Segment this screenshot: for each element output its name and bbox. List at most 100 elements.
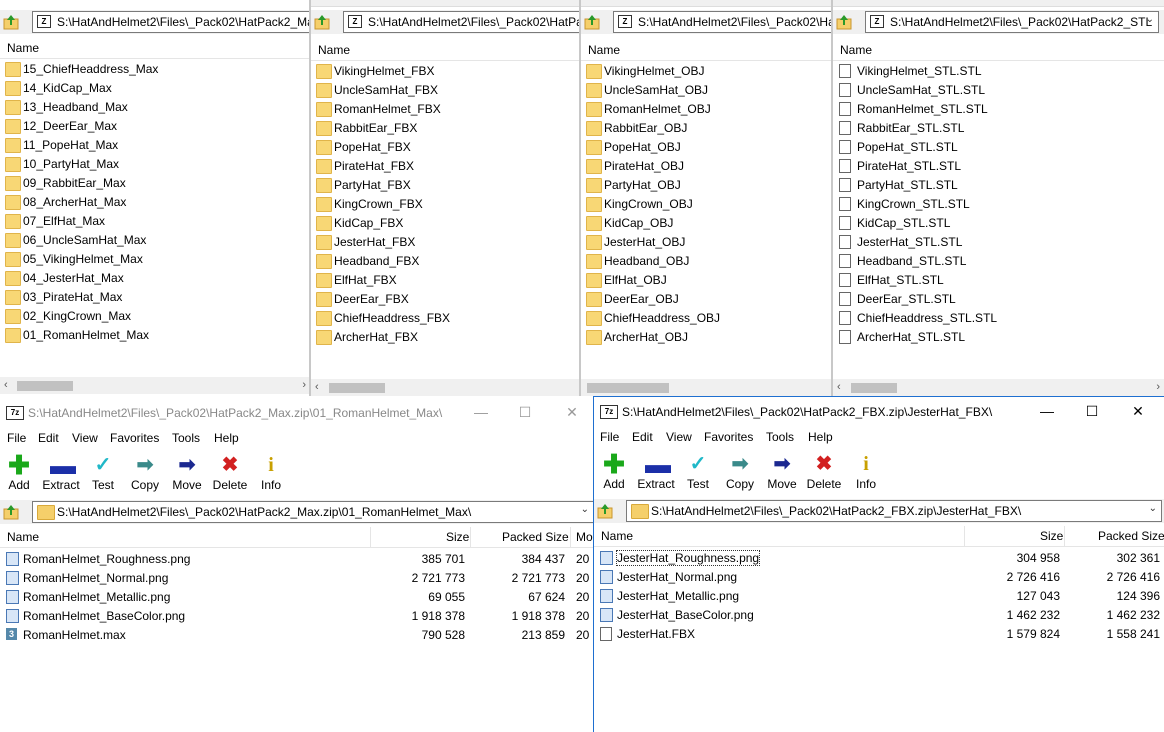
- up-folder-icon[interactable]: [596, 502, 614, 520]
- table-row[interactable]: JesterHat_Metallic.png 127 043 124 396: [600, 587, 1160, 606]
- menu-favorites[interactable]: Favorites: [704, 430, 753, 444]
- chevron-down-icon[interactable]: ⌄: [581, 504, 589, 515]
- column-name[interactable]: Name: [7, 530, 39, 544]
- test-button[interactable]: ✓ Test: [81, 450, 125, 496]
- address-input[interactable]: Z S:\HatAndHelmet2\Files\_Pack02\HatPack…: [32, 11, 310, 33]
- delete-button[interactable]: ✖ Delete: [802, 449, 846, 495]
- address-input[interactable]: Z S:\HatAndHelmet2\Files\_Pack02\Ha: [613, 11, 831, 33]
- scroll-thumb[interactable]: [587, 383, 669, 393]
- column-name[interactable]: Name: [840, 43, 872, 57]
- folder-icon: [5, 119, 21, 134]
- address-input[interactable]: S:\HatAndHelmet2\Files\_Pack02\HatPack2_…: [32, 501, 594, 523]
- column-separator[interactable]: [370, 527, 371, 547]
- table-row[interactable]: JesterHat_BaseColor.png 1 462 232 1 462 23…: [600, 606, 1160, 625]
- copy-button[interactable]: ➡ Copy: [718, 449, 762, 495]
- test-button[interactable]: ✓ Test: [676, 449, 720, 495]
- scroll-thumb[interactable]: [329, 383, 385, 393]
- scroll-left-icon[interactable]: ‹: [4, 379, 8, 391]
- table-row[interactable]: RomanHelmet_Metallic.png 69 055 67 624 20: [6, 588, 589, 607]
- column-separator[interactable]: [1064, 526, 1065, 546]
- column-name[interactable]: Name: [7, 41, 39, 55]
- info-button[interactable]: i Info: [844, 449, 888, 495]
- horizontal-scrollbar[interactable]: ‹ ›: [0, 377, 310, 394]
- column-packed-size[interactable]: Packed Size: [1098, 529, 1164, 543]
- table-row[interactable]: 3 RomanHelmet.max 790 528 213 859 20: [6, 626, 589, 645]
- menu-help[interactable]: Help: [214, 431, 239, 445]
- scroll-right-icon[interactable]: ›: [302, 379, 306, 391]
- maximize-icon[interactable]: ☐: [1077, 401, 1107, 421]
- move-button[interactable]: ➡ Move: [165, 450, 209, 496]
- add-button[interactable]: ✚ Add: [594, 449, 636, 495]
- up-folder-icon[interactable]: [2, 503, 20, 521]
- menu-edit[interactable]: Edit: [38, 431, 59, 445]
- minimize-icon[interactable]: —: [1032, 401, 1062, 421]
- table-row[interactable]: RomanHelmet_BaseColor.png 1 918 378 1 918 …: [6, 607, 589, 626]
- up-folder-icon[interactable]: [313, 13, 331, 31]
- menu-file[interactable]: File: [600, 430, 619, 444]
- column-name[interactable]: Name: [601, 529, 633, 543]
- title-bar[interactable]: 7z S:\HatAndHelmet2\Files\_Pack02\HatPac…: [0, 398, 594, 428]
- menu-view[interactable]: View: [666, 430, 692, 444]
- up-folder-icon[interactable]: [2, 13, 20, 31]
- column-separator[interactable]: [964, 526, 965, 546]
- info-button[interactable]: i Info: [249, 450, 293, 496]
- column-header[interactable]: Name: [833, 40, 1164, 61]
- menu-tools[interactable]: Tools: [766, 430, 794, 444]
- table-row[interactable]: JesterHat_Normal.png 2 726 416 2 726 416: [600, 568, 1160, 587]
- column-size[interactable]: Size: [1040, 529, 1063, 543]
- extract-button[interactable]: ▬ Extract: [39, 450, 83, 496]
- column-modified[interactable]: Mo: [576, 530, 593, 544]
- up-folder-icon[interactable]: [583, 13, 601, 31]
- column-header[interactable]: Name: [0, 38, 310, 59]
- extract-button[interactable]: ▬ Extract: [634, 449, 678, 495]
- column-header[interactable]: Name: [581, 40, 831, 61]
- menu-view[interactable]: View: [72, 431, 98, 445]
- table-row[interactable]: JesterHat.FBX 1 579 824 1 558 241: [600, 625, 1160, 644]
- folder-icon: [586, 83, 602, 98]
- up-folder-icon[interactable]: [835, 13, 853, 31]
- column-header[interactable]: Name Size Packed Size: [594, 526, 1164, 547]
- copy-button[interactable]: ➡ Copy: [123, 450, 167, 496]
- column-name[interactable]: Name: [318, 43, 350, 57]
- menu-help[interactable]: Help: [808, 430, 833, 444]
- file-icon: [839, 178, 851, 192]
- column-header[interactable]: Name: [311, 40, 579, 61]
- menu-favorites[interactable]: Favorites: [110, 431, 159, 445]
- column-name[interactable]: Name: [588, 43, 620, 57]
- address-input[interactable]: Z S:\HatAndHelmet2\Files\_Pack02\HatPa: [343, 11, 579, 33]
- chevron-down-icon[interactable]: ⌄: [1149, 503, 1157, 514]
- scroll-left-icon[interactable]: ‹: [315, 381, 319, 393]
- address-input[interactable]: Z S:\HatAndHelmet2\Files\_Pack02\HatPack…: [865, 11, 1159, 33]
- move-button[interactable]: ➡ Move: [760, 449, 804, 495]
- column-header[interactable]: Name Size Packed Size Mo: [0, 527, 594, 548]
- packed-size: 67 624: [528, 590, 565, 604]
- close-icon[interactable]: ✕: [557, 402, 587, 422]
- maximize-icon[interactable]: ☐: [510, 402, 540, 422]
- table-row[interactable]: RomanHelmet_Normal.png 2 721 773 2 721 773…: [6, 569, 589, 588]
- horizontal-scrollbar[interactable]: ‹ ›: [833, 379, 1164, 396]
- add-button[interactable]: ✚ Add: [0, 450, 41, 496]
- menu-edit[interactable]: Edit: [632, 430, 653, 444]
- horizontal-scrollbar[interactable]: ‹: [311, 379, 579, 396]
- horizontal-scrollbar[interactable]: [581, 379, 831, 396]
- column-packed-size[interactable]: Packed Size: [502, 530, 569, 544]
- scroll-thumb[interactable]: [851, 383, 897, 393]
- delete-button[interactable]: ✖ Delete: [208, 450, 252, 496]
- menu-file[interactable]: File: [7, 431, 26, 445]
- scroll-thumb[interactable]: [17, 381, 73, 391]
- column-size[interactable]: Size: [446, 530, 469, 544]
- scroll-left-icon[interactable]: ‹: [837, 381, 841, 393]
- address-bar: S:\HatAndHelmet2\Files\_Pack02\HatPack2_…: [594, 499, 1164, 523]
- minimize-icon[interactable]: —: [466, 402, 496, 422]
- column-separator[interactable]: [570, 527, 571, 547]
- title-bar[interactable]: 7z S:\HatAndHelmet2\Files\_Pack02\HatPac…: [594, 397, 1164, 427]
- column-separator[interactable]: [470, 527, 471, 547]
- close-icon[interactable]: ✕: [1123, 401, 1153, 421]
- table-row[interactable]: JesterHat_Roughness.png 304 958 302 361: [600, 549, 1160, 568]
- folder-icon: [631, 504, 649, 519]
- address-input[interactable]: S:\HatAndHelmet2\Files\_Pack02\HatPack2_…: [626, 500, 1162, 522]
- menu-tools[interactable]: Tools: [172, 431, 200, 445]
- table-row[interactable]: RomanHelmet_Roughness.png 385 701 384 437 2…: [6, 550, 589, 569]
- scroll-right-icon[interactable]: ›: [1156, 381, 1160, 393]
- chevron-down-icon[interactable]: ⌄: [1146, 14, 1154, 25]
